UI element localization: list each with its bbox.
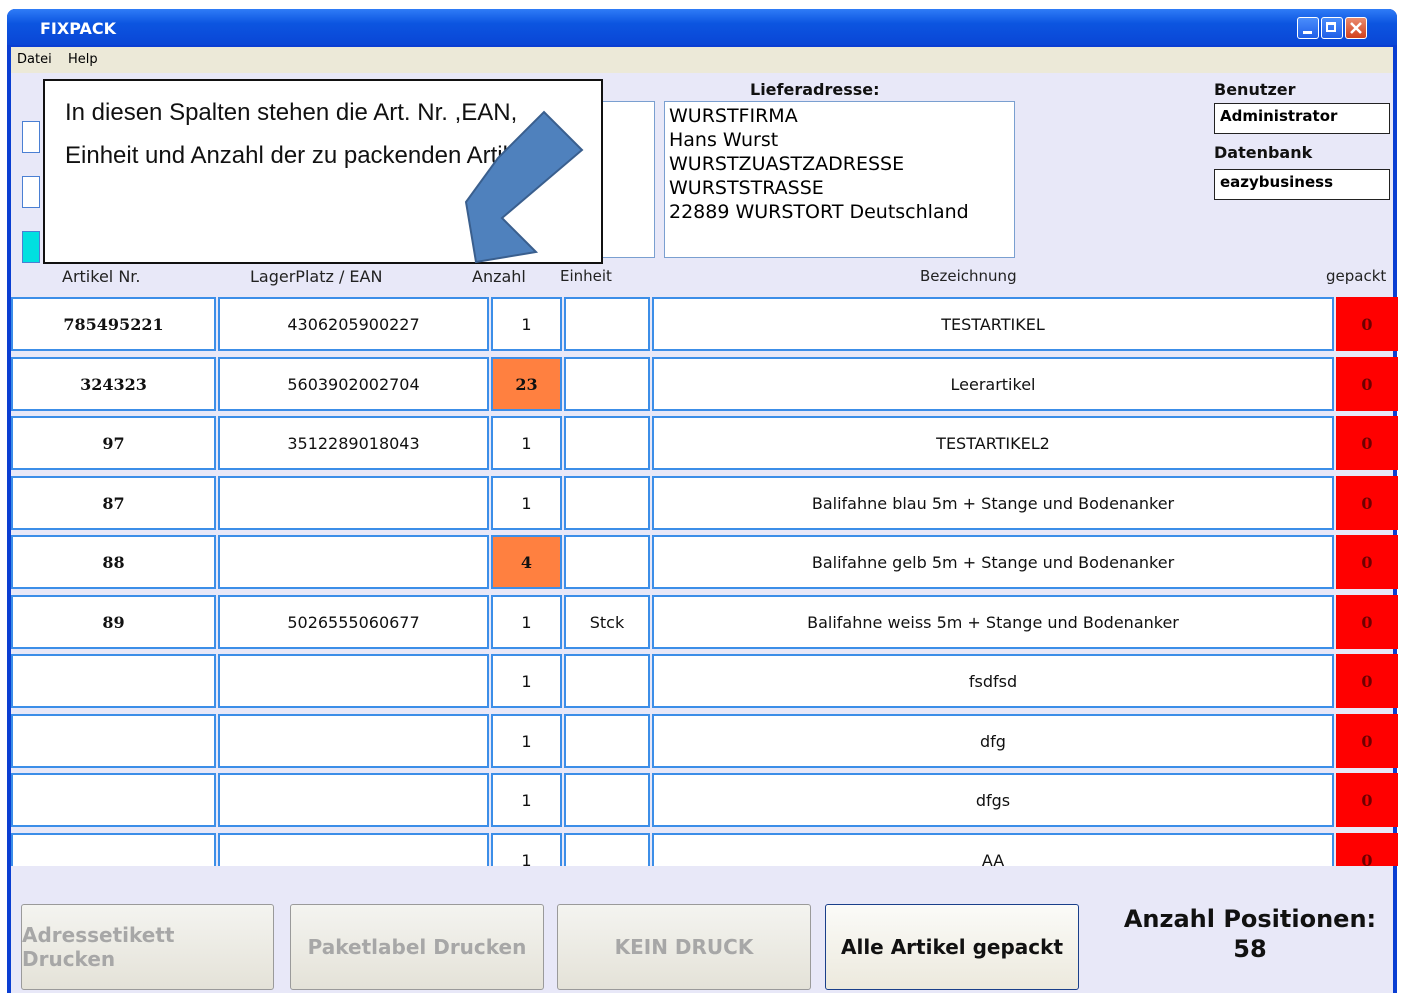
cell-packed[interactable]: 0 (1336, 357, 1398, 411)
cell-unit (564, 833, 650, 866)
cell-packed[interactable]: 0 (1336, 476, 1398, 530)
cell-ean (218, 833, 489, 866)
cell-unit (564, 654, 650, 708)
table-row[interactable]: 1 dfgs 0 (11, 773, 1398, 827)
cell-quantity: 1 (491, 476, 562, 530)
cell-unit (564, 535, 650, 589)
cell-article-nr: 87 (11, 476, 216, 530)
cell-description: fsdfsd (652, 654, 1334, 708)
annotation-callout: In diesen Spalten stehen die Art. Nr. ,E… (43, 79, 603, 264)
cell-packed[interactable]: 0 (1336, 714, 1398, 768)
table-row[interactable]: 88 4 Balifahne gelb 5m + Stange und Bode… (11, 535, 1398, 589)
cell-quantity: 4 (491, 535, 562, 589)
cell-ean (218, 654, 489, 708)
cell-article-nr: 785495221 (11, 297, 216, 351)
cell-unit (564, 476, 650, 530)
table-row[interactable]: 1 fsdfsd 0 (11, 654, 1398, 708)
table-row[interactable]: 324323 5603902002704 23 Leerartikel 0 (11, 357, 1398, 411)
cell-article-nr: 97 (11, 416, 216, 470)
positions-value: 58 (1233, 935, 1267, 963)
cell-quantity: 23 (491, 357, 562, 411)
cell-description: Balifahne weiss 5m + Stange und Bodenank… (652, 595, 1334, 649)
cell-article-nr (11, 714, 216, 768)
table-row[interactable]: 1 AA 0 (11, 833, 1398, 866)
cell-article-nr: 89 (11, 595, 216, 649)
table-row[interactable]: 89 5026555060677 1 Stck Balifahne weiss … (11, 595, 1398, 649)
cell-ean: 3512289018043 (218, 416, 489, 470)
positions-label: Anzahl Positionen: (1123, 905, 1377, 933)
cell-description: dfgs (652, 773, 1334, 827)
cell-article-nr (11, 833, 216, 866)
cell-packed[interactable]: 0 (1336, 773, 1398, 827)
table-row[interactable]: 1 dfg 0 (11, 714, 1398, 768)
cell-quantity: 1 (491, 833, 562, 866)
cell-description: dfg (652, 714, 1334, 768)
cell-article-nr (11, 654, 216, 708)
table-row[interactable]: 97 3512289018043 1 TESTARTIKEL2 0 (11, 416, 1398, 470)
cell-packed[interactable]: 0 (1336, 833, 1398, 866)
positions-counter: Anzahl Positionen: 58 (1120, 904, 1380, 964)
cell-unit (564, 714, 650, 768)
callout-text: In diesen Spalten stehen die Art. Nr. ,E… (65, 99, 540, 169)
cell-article-nr (11, 773, 216, 827)
print-package-label-button[interactable]: Paketlabel Drucken (290, 904, 544, 990)
all-packed-button[interactable]: Alle Artikel gepackt (825, 904, 1079, 990)
print-address-label-button[interactable]: Adressetikett Drucken (21, 904, 274, 990)
table-row[interactable]: 87 1 Balifahne blau 5m + Stange und Bode… (11, 476, 1398, 530)
cell-ean: 4306205900227 (218, 297, 489, 351)
cell-unit (564, 297, 650, 351)
cell-description: Balifahne gelb 5m + Stange und Bodenanke… (652, 535, 1334, 589)
cell-unit (564, 773, 650, 827)
cell-article-nr: 88 (11, 535, 216, 589)
cell-quantity: 1 (491, 654, 562, 708)
cell-description: Balifahne blau 5m + Stange und Bodenanke… (652, 476, 1334, 530)
cell-description: AA (652, 833, 1334, 866)
cell-unit: Stck (564, 595, 650, 649)
cell-quantity: 1 (491, 714, 562, 768)
cell-description: TESTARTIKEL2 (652, 416, 1334, 470)
cell-ean (218, 476, 489, 530)
cell-packed[interactable]: 0 (1336, 416, 1398, 470)
no-print-button[interactable]: KEIN DRUCK (557, 904, 811, 990)
cell-ean (218, 535, 489, 589)
cell-unit (564, 416, 650, 470)
cell-packed[interactable]: 0 (1336, 297, 1398, 351)
cell-quantity: 1 (491, 773, 562, 827)
cell-packed[interactable]: 0 (1336, 535, 1398, 589)
cell-quantity: 1 (491, 297, 562, 351)
cell-packed[interactable]: 0 (1336, 595, 1398, 649)
cell-description: TESTARTIKEL (652, 297, 1334, 351)
cell-ean (218, 773, 489, 827)
cell-ean: 5603902002704 (218, 357, 489, 411)
cell-ean (218, 714, 489, 768)
table-row[interactable]: 785495221 4306205900227 1 TESTARTIKEL 0 (11, 297, 1398, 351)
cell-unit (564, 357, 650, 411)
cell-quantity: 1 (491, 595, 562, 649)
cell-packed[interactable]: 0 (1336, 654, 1398, 708)
cell-article-nr: 324323 (11, 357, 216, 411)
cell-quantity: 1 (491, 416, 562, 470)
cell-ean: 5026555060677 (218, 595, 489, 649)
cell-description: Leerartikel (652, 357, 1334, 411)
